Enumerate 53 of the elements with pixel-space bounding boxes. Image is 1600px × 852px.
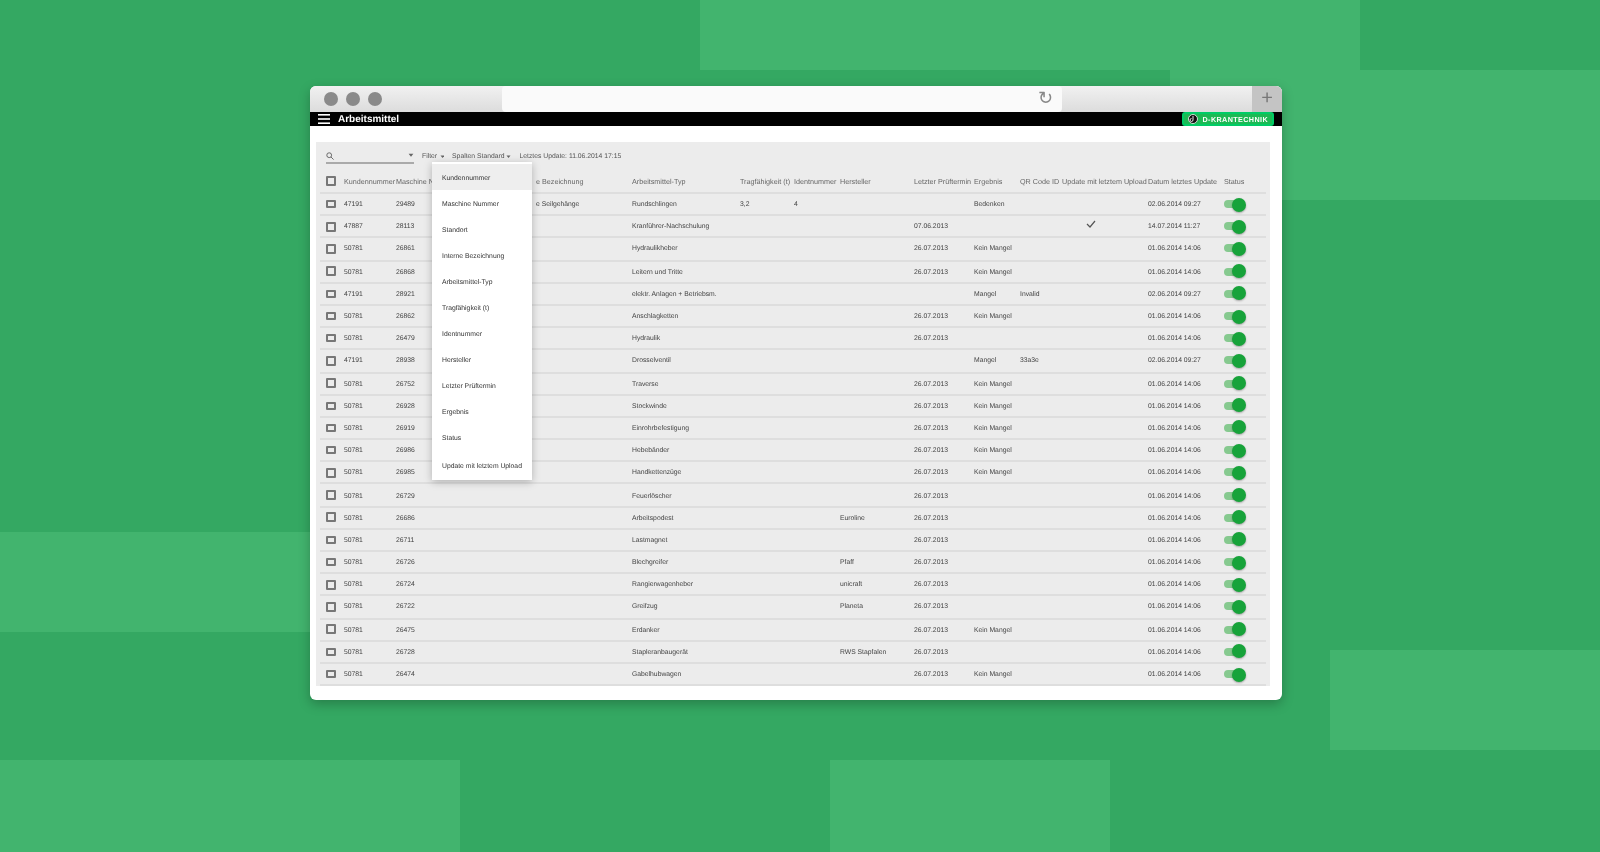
status-toggle[interactable] — [1224, 379, 1244, 388]
row-checkbox[interactable] — [326, 199, 335, 209]
row-checkbox[interactable] — [326, 289, 335, 299]
row-checkbox[interactable] — [326, 423, 335, 433]
status-toggle[interactable] — [1224, 244, 1244, 253]
status-toggle[interactable] — [1224, 580, 1244, 589]
status-toggle[interactable] — [1224, 513, 1244, 522]
check-icon — [1086, 220, 1096, 229]
row-checkbox[interactable] — [326, 512, 335, 522]
status-toggle[interactable] — [1224, 401, 1244, 410]
row-checkbox[interactable] — [326, 333, 335, 343]
status-toggle[interactable] — [1224, 602, 1244, 611]
select-all-checkbox[interactable] — [326, 176, 335, 186]
row-checkbox[interactable] — [326, 669, 335, 679]
status-toggle[interactable] — [1224, 670, 1244, 679]
status-toggle[interactable] — [1224, 535, 1244, 544]
row-checkbox[interactable] — [326, 266, 335, 276]
row-checkbox[interactable] — [326, 401, 335, 411]
status-toggle[interactable] — [1224, 446, 1244, 455]
address-bar[interactable]: ↻ — [502, 86, 1062, 112]
search-field[interactable] — [326, 149, 414, 163]
status-toggle[interactable] — [1224, 491, 1244, 500]
status-toggle[interactable] — [1224, 200, 1244, 209]
status-toggle[interactable] — [1224, 468, 1244, 477]
row-checkbox[interactable] — [326, 445, 335, 455]
status-toggle[interactable] — [1224, 312, 1244, 321]
row-checkbox[interactable] — [326, 580, 335, 590]
row-checkbox[interactable] — [326, 222, 335, 232]
status-toggle[interactable] — [1224, 558, 1244, 567]
row-checkbox[interactable] — [326, 356, 335, 366]
search-icon — [326, 151, 334, 159]
row-checkbox[interactable] — [326, 490, 335, 500]
row-checkbox[interactable] — [326, 244, 335, 254]
menu-icon[interactable] — [318, 114, 330, 124]
reload-button[interactable]: ↻ — [1038, 90, 1054, 108]
caret-icon — [408, 152, 414, 158]
row-checkbox[interactable] — [326, 602, 335, 612]
status-toggle[interactable] — [1224, 222, 1244, 231]
status-toggle[interactable] — [1224, 289, 1244, 298]
row-checkbox[interactable] — [326, 468, 335, 478]
status-toggle[interactable] — [1224, 423, 1244, 432]
status-toggle[interactable] — [1224, 647, 1244, 656]
status-toggle[interactable] — [1224, 356, 1244, 365]
row-checkbox[interactable] — [326, 311, 335, 321]
hook-icon — [1188, 114, 1199, 124]
row-checkbox[interactable] — [326, 535, 335, 545]
status-toggle[interactable] — [1224, 267, 1244, 276]
status-toggle[interactable] — [1224, 625, 1244, 634]
row-checkbox[interactable] — [326, 557, 335, 567]
row-checkbox[interactable] — [326, 378, 335, 388]
status-toggle[interactable] — [1224, 334, 1244, 343]
row-checkbox[interactable] — [326, 647, 335, 657]
row-checkbox[interactable] — [326, 624, 335, 634]
